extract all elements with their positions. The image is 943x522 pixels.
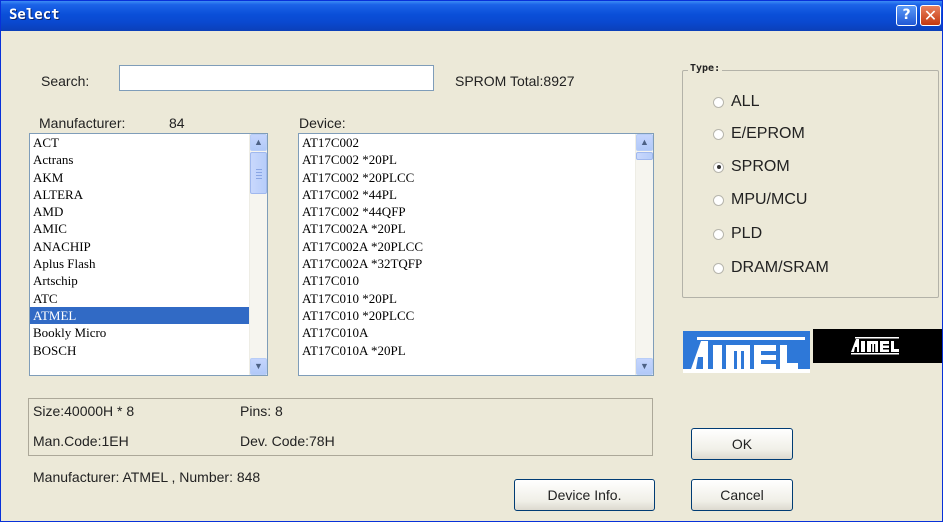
- list-item[interactable]: BOSCH: [30, 342, 250, 359]
- manufacturer-list[interactable]: ACT Actrans AKM ALTERA AMD AMIC ANACHIP Aplus F…: [29, 133, 268, 376]
- device-list[interactable]: AT17C002 AT17C002 *20PL AT17C002 *20PLCC AT…: [298, 133, 654, 376]
- manufacturer-summary: Manufacturer: ATMEL , Number: 848: [33, 469, 261, 485]
- scroll-up-icon[interactable]: ▲: [636, 134, 653, 151]
- manufacturer-label: Manufacturer:: [39, 115, 126, 131]
- type-option-dram-sram[interactable]: DRAM/SRAM: [713, 257, 829, 279]
- list-item[interactable]: ACT: [30, 134, 250, 151]
- list-item[interactable]: Aplus Flash: [30, 255, 250, 272]
- title-bar[interactable]: Select ? ✕: [1, 1, 942, 31]
- radio-icon[interactable]: [713, 194, 724, 206]
- type-option-label: ALL: [731, 93, 760, 110]
- ok-button[interactable]: OK: [691, 428, 793, 460]
- list-item[interactable]: AT17C002 *20PLCC: [299, 169, 636, 186]
- cancel-button[interactable]: Cancel: [691, 479, 793, 511]
- list-item[interactable]: AT17C002A *20PL: [299, 220, 636, 237]
- list-item[interactable]: AT17C010A *20PL: [299, 342, 636, 359]
- list-item[interactable]: Bookly Micro: [30, 324, 250, 341]
- atmel-logo-black-icon: [813, 329, 942, 363]
- type-option-label: DRAM/SRAM: [731, 259, 829, 276]
- close-button[interactable]: ✕: [920, 5, 941, 26]
- type-option-e-eprom[interactable]: E/EPROM: [713, 123, 805, 145]
- manufacturer-items: ACT Actrans AKM ALTERA AMD AMIC ANACHIP Aplus F…: [30, 134, 250, 359]
- list-item[interactable]: AT17C002A *20PLCC: [299, 238, 636, 255]
- search-input[interactable]: [119, 65, 434, 91]
- scroll-thumb[interactable]: [250, 152, 267, 194]
- device-items: AT17C002 AT17C002 *20PL AT17C002 *20PLCC AT…: [299, 134, 636, 359]
- window-title: Select: [9, 7, 60, 23]
- help-button[interactable]: ?: [896, 5, 917, 26]
- type-option-label: MPU/MCU: [731, 191, 808, 208]
- man-code-value: Man.Code:1EH: [33, 433, 129, 449]
- dev-code-value: Dev. Code:78H: [240, 433, 335, 449]
- radio-icon[interactable]: [713, 161, 724, 173]
- atmel-logo-black: [813, 329, 942, 363]
- pins-value: Pins: 8: [240, 403, 283, 419]
- manufacturer-count: 84: [169, 115, 185, 131]
- list-item[interactable]: AT17C010 *20PL: [299, 290, 636, 307]
- list-item[interactable]: AT17C010 *20PLCC: [299, 307, 636, 324]
- sprom-total: SPROM Total:8927: [455, 73, 575, 89]
- type-option-mpu-mcu[interactable]: MPU/MCU: [713, 189, 807, 211]
- list-item[interactable]: AT17C002: [299, 134, 636, 151]
- list-item[interactable]: AT17C002A *32TQFP: [299, 255, 636, 272]
- list-item[interactable]: ATC: [30, 290, 250, 307]
- manufacturer-scrollbar[interactable]: ▲ ▼: [249, 134, 267, 375]
- type-option-all[interactable]: ALL: [713, 91, 759, 113]
- list-item[interactable]: AT17C002 *20PL: [299, 151, 636, 168]
- list-item[interactable]: AT17C002 *44PL: [299, 186, 636, 203]
- list-item[interactable]: ALTERA: [30, 186, 250, 203]
- type-option-label: SPROM: [731, 158, 790, 175]
- radio-icon[interactable]: [713, 128, 724, 140]
- scroll-down-icon[interactable]: ▼: [636, 358, 653, 375]
- size-value: Size:40000H * 8: [33, 403, 135, 419]
- list-item[interactable]: ATMEL: [30, 306, 250, 325]
- scroll-down-icon[interactable]: ▼: [250, 358, 267, 375]
- list-item[interactable]: AT17C010A: [299, 324, 636, 341]
- device-label: Device:: [299, 115, 346, 131]
- list-item[interactable]: AT17C002 *44QFP: [299, 203, 636, 220]
- list-item[interactable]: AKM: [30, 169, 250, 186]
- atmel-logo-blue-icon: [683, 331, 810, 373]
- device-scrollbar[interactable]: ▲ ▼: [635, 134, 653, 375]
- list-item[interactable]: AT17C010: [299, 272, 636, 289]
- atmel-logo-blue: [683, 331, 810, 373]
- radio-icon[interactable]: [713, 228, 724, 240]
- list-item[interactable]: ANACHIP: [30, 238, 250, 255]
- select-dialog: Select ? ✕ Search: SPROM Total:8927 Manu…: [0, 0, 943, 522]
- type-option-label: E/EPROM: [731, 125, 805, 142]
- list-item[interactable]: AMD: [30, 203, 250, 220]
- type-option-label: PLD: [731, 225, 763, 242]
- list-item[interactable]: Actrans: [30, 151, 250, 168]
- type-option-pld[interactable]: PLD: [713, 223, 762, 245]
- scroll-thumb[interactable]: [636, 152, 653, 160]
- type-group-title: Type:: [688, 63, 723, 74]
- list-item[interactable]: Artschip: [30, 272, 250, 289]
- radio-icon[interactable]: [713, 262, 724, 274]
- scroll-up-icon[interactable]: ▲: [250, 134, 267, 151]
- device-info-button[interactable]: Device Info.: [514, 479, 655, 511]
- type-option-sprom[interactable]: SPROM: [713, 156, 790, 178]
- radio-icon[interactable]: [713, 96, 724, 108]
- search-label: Search:: [41, 73, 90, 89]
- list-item[interactable]: AMIC: [30, 220, 250, 237]
